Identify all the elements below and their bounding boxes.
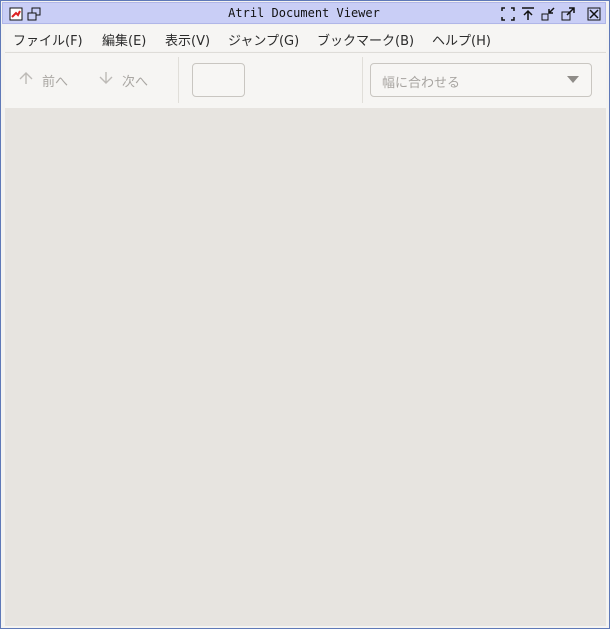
zoom-select[interactable]: 幅に合わせる — [370, 63, 592, 97]
zoom-value: 幅に合わせる — [382, 76, 461, 91]
page-number-input[interactable] — [192, 63, 245, 97]
next-page-button[interactable]: 次へ — [98, 69, 148, 91]
menu-edit[interactable]: 編集(E) — [102, 30, 146, 49]
arrow-up-icon — [18, 70, 34, 90]
toolbar: 前へ 次へ 幅に合わせる — [5, 52, 606, 109]
menu-bookmarks[interactable]: ブックマーク(B) — [317, 30, 414, 49]
document-view-area[interactable] — [5, 108, 606, 626]
fullscreen-icon[interactable] — [501, 6, 515, 21]
title-bar[interactable]: Atril Document Viewer — [2, 2, 606, 24]
menu-help[interactable]: ヘルプ(H) — [432, 30, 491, 49]
toolbar-separator — [362, 57, 363, 103]
minimize-icon[interactable] — [541, 6, 555, 21]
menu-go[interactable]: ジャンプ(G) — [228, 30, 299, 49]
atril-window: Atril Document Viewer ファイル(F) 編集(E) 表示(V… — [0, 0, 610, 629]
maximize-icon[interactable] — [561, 6, 575, 21]
toolbar-separator — [178, 57, 179, 103]
next-page-label: 次へ — [122, 74, 149, 90]
menu-file[interactable]: ファイル(F) — [13, 30, 83, 49]
menu-bar: ファイル(F) 編集(E) 表示(V) ジャンプ(G) ブックマーク(B) ヘル… — [5, 25, 606, 51]
previous-page-label: 前へ — [42, 74, 69, 90]
keep-above-icon[interactable] — [521, 6, 535, 20]
menu-view[interactable]: 表示(V) — [165, 30, 210, 49]
close-icon[interactable] — [587, 6, 601, 21]
arrow-down-icon — [98, 70, 114, 90]
previous-page-button[interactable]: 前へ — [18, 69, 68, 91]
dropdown-arrow-icon — [567, 76, 579, 83]
